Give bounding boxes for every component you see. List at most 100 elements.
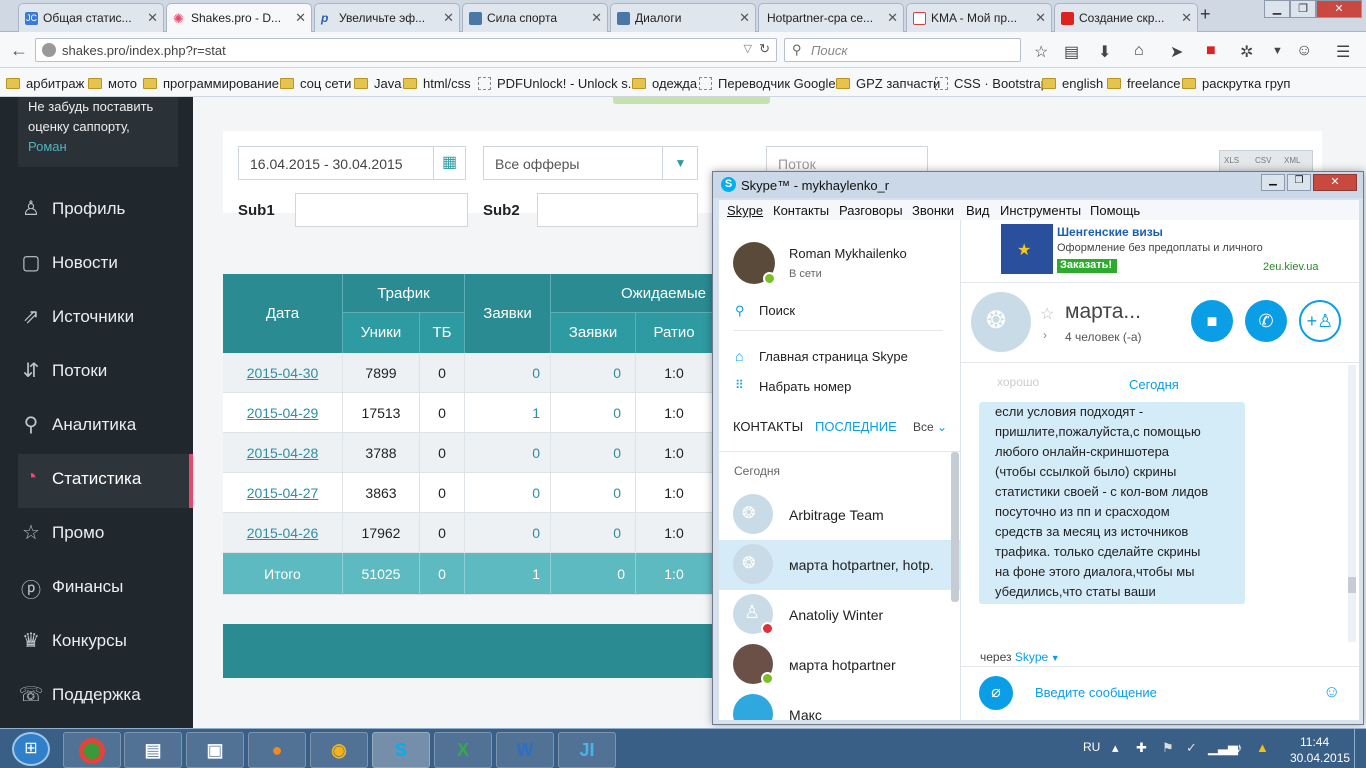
- sidebar-item-finance[interactable]: ⓟ Финансы: [18, 562, 193, 616]
- dropdown-arrow-icon[interactable]: ▽: [744, 42, 752, 55]
- clock-time[interactable]: 11:44: [1300, 735, 1329, 749]
- dial-number-link[interactable]: Набрать номер: [759, 379, 851, 394]
- tab-recent[interactable]: ПОСЛЕДНИЕ: [815, 419, 897, 434]
- ad-site[interactable]: 2eu.kiev.ua: [1263, 261, 1318, 273]
- contact-item[interactable]: ❂ марта hotpartner, hotp.: [719, 540, 961, 590]
- skype-minimize-button[interactable]: ▁: [1261, 174, 1285, 191]
- bookmark-star-icon[interactable]: ☆: [1034, 42, 1048, 62]
- menu-contacts[interactable]: Контакты: [773, 203, 829, 218]
- tab-kma[interactable]: KMA - Мой пр... ✕: [906, 3, 1052, 32]
- header-requests[interactable]: Заявки: [465, 274, 551, 353]
- bookmark-folder[interactable]: арбитраж: [6, 76, 84, 91]
- extension-icon[interactable]: ✲: [1240, 42, 1253, 62]
- tab-general-stats[interactable]: JC Общая статис... ✕: [18, 3, 164, 32]
- contact-item[interactable]: ♙ Anatoliy Winter: [719, 590, 961, 640]
- new-tab-button[interactable]: +: [1200, 4, 1211, 25]
- bookmark-folder[interactable]: freelance: [1107, 76, 1180, 91]
- chevron-down-icon[interactable]: ▼: [662, 146, 698, 180]
- firefox-taskbar-icon[interactable]: ●: [248, 732, 306, 768]
- url-bar[interactable]: shakes.pro/index.php?r=stat ▽ ↻: [35, 38, 777, 62]
- language-indicator[interactable]: RU: [1083, 740, 1100, 754]
- header-expected-requests[interactable]: Заявки: [551, 313, 636, 353]
- maximize-button[interactable]: ❐: [1290, 0, 1316, 18]
- tray-network-icon[interactable]: ✚: [1136, 740, 1147, 756]
- bookmark-page[interactable]: Переводчик Google: [699, 76, 836, 91]
- terminal-taskbar-icon[interactable]: ▣: [186, 732, 244, 768]
- back-icon[interactable]: ←: [10, 40, 28, 61]
- header-tb[interactable]: ТБ: [420, 313, 465, 353]
- skype-close-button[interactable]: ✕: [1313, 174, 1357, 191]
- download-icon[interactable]: ⬇: [1098, 42, 1111, 62]
- screenshot-addon-icon[interactable]: ■: [1206, 42, 1216, 60]
- csv-export-button[interactable]: CSV: [1255, 156, 1271, 165]
- sidebar-item-profile[interactable]: ♙ Профиль: [18, 184, 193, 238]
- filter-all[interactable]: Все ⌄: [913, 420, 947, 434]
- skype-home-link[interactable]: Главная страница Skype: [759, 349, 908, 364]
- tab-hotpartner[interactable]: Hotpartner-cpa се... ✕: [758, 3, 904, 32]
- close-tab-icon[interactable]: ✕: [591, 10, 602, 26]
- fenix-taskbar-icon[interactable]: ◉: [310, 732, 368, 768]
- smiley-icon[interactable]: ☺: [1296, 42, 1312, 60]
- close-tab-icon[interactable]: ✕: [1035, 10, 1046, 26]
- close-tab-icon[interactable]: ✕: [295, 10, 306, 26]
- message-input[interactable]: Введите сообщение: [1035, 685, 1157, 700]
- menu-skype[interactable]: Skype: [727, 203, 763, 218]
- calendar-icon[interactable]: ▦: [433, 146, 466, 180]
- close-tab-icon[interactable]: ✕: [443, 10, 454, 26]
- contacts-search[interactable]: Поиск: [759, 303, 795, 318]
- add-person-button[interactable]: +♙: [1299, 300, 1341, 342]
- close-window-button[interactable]: ✕: [1316, 0, 1362, 18]
- close-tab-icon[interactable]: ✕: [739, 10, 750, 26]
- tab-contacts[interactable]: КОНТАКТЫ: [733, 419, 803, 434]
- bookmark-page[interactable]: PDFUnlock! - Unlock s...: [478, 76, 639, 91]
- excel-taskbar-icon[interactable]: X: [434, 732, 492, 768]
- menu-conversations[interactable]: Разговоры: [839, 203, 903, 218]
- support-link[interactable]: Роман: [28, 137, 168, 157]
- menu-view[interactable]: Вид: [966, 203, 990, 218]
- reading-list-icon[interactable]: ▤: [1064, 42, 1079, 62]
- close-tab-icon[interactable]: ✕: [147, 10, 158, 26]
- menu-tools[interactable]: Инструменты: [1000, 203, 1081, 218]
- date-link[interactable]: 2015-04-27: [247, 485, 319, 501]
- signal-icon[interactable]: ▁▃▅: [1208, 740, 1238, 756]
- sidebar-item-statistics[interactable]: ◔ Статистика: [18, 454, 193, 508]
- volume-icon[interactable]: ♪: [1236, 740, 1243, 755]
- send-icon[interactable]: ➤: [1170, 42, 1183, 62]
- xml-export-button[interactable]: XML: [1284, 156, 1300, 165]
- clock-date[interactable]: 30.04.2015: [1290, 751, 1350, 765]
- ad-title[interactable]: Шенгенские визы: [1057, 225, 1163, 239]
- profile-name[interactable]: Roman Mykhailenko: [789, 246, 907, 261]
- sidebar-item-news[interactable]: ▢ Новости: [18, 238, 193, 292]
- skype-taskbar-icon[interactable]: S: [372, 732, 430, 768]
- tab-shakes[interactable]: ✺ Shakes.pro - D... ✕: [166, 3, 312, 32]
- chat-scrollbar[interactable]: [1348, 365, 1356, 642]
- emoticon-icon[interactable]: ☺: [1323, 682, 1340, 702]
- tab-increase[interactable]: p Увеличьте эф... ✕: [314, 3, 460, 32]
- bookmark-folder[interactable]: раскрутка груп: [1182, 76, 1290, 91]
- overflow-arrow-icon[interactable]: ▼: [1272, 45, 1283, 57]
- profile-status[interactable]: В сети: [789, 268, 822, 280]
- date-link[interactable]: 2015-04-29: [247, 405, 319, 421]
- favorite-star-icon[interactable]: ☆: [1040, 304, 1054, 324]
- skype-maximize-button[interactable]: ❐: [1287, 174, 1311, 191]
- bookmark-folder[interactable]: программирование: [143, 76, 279, 91]
- date-link[interactable]: 2015-04-30: [247, 365, 319, 381]
- header-ratio[interactable]: Ратио: [636, 313, 713, 353]
- explorer-taskbar-icon[interactable]: ▤: [124, 732, 182, 768]
- chat-members[interactable]: 4 человек (-а): [1065, 330, 1142, 344]
- close-tab-icon[interactable]: ✕: [1181, 10, 1192, 26]
- menu-icon[interactable]: ☰: [1336, 42, 1350, 62]
- sidebar-item-analytics[interactable]: ⚲ Аналитика: [18, 400, 193, 454]
- date-link[interactable]: 2015-04-28: [247, 445, 319, 461]
- menu-calls[interactable]: Звонки: [912, 203, 954, 218]
- header-uniques[interactable]: Уники: [343, 313, 420, 353]
- sidebar-item-promo[interactable]: ☆ Промо: [18, 508, 193, 562]
- chrome-taskbar-icon[interactable]: [63, 732, 121, 768]
- show-desktop-button[interactable]: [1354, 729, 1366, 768]
- close-tab-icon[interactable]: ✕: [887, 10, 898, 26]
- bookmark-folder[interactable]: одежда: [632, 76, 697, 91]
- word-taskbar-icon[interactable]: W: [496, 732, 554, 768]
- group-avatar-icon[interactable]: ❂: [971, 292, 1031, 352]
- contact-item[interactable]: ❂ Arbitrage Team: [719, 490, 961, 540]
- sub2-input[interactable]: [537, 193, 698, 227]
